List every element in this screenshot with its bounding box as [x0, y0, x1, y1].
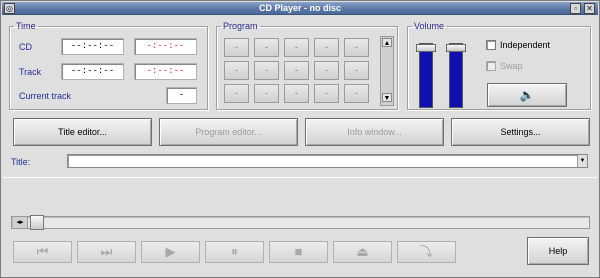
cd-remaining-display: -:--:--	[134, 38, 197, 55]
left-volume-slider[interactable]	[419, 43, 433, 108]
play-button[interactable]: ▶	[141, 241, 200, 263]
stop-icon: ■	[294, 244, 303, 259]
separator	[3, 177, 597, 178]
program-cell[interactable]: -	[314, 61, 339, 80]
program-cell[interactable]: -	[314, 38, 339, 57]
track-elapsed-display: --:--:--	[61, 63, 124, 80]
title-editor-button[interactable]: Title editor...	[13, 118, 152, 146]
settings-button[interactable]: Settings...	[451, 118, 590, 146]
title-field-label: Title:	[11, 157, 31, 167]
cd-elapsed-display: --:--:--	[61, 38, 124, 55]
volume-legend: Volume	[414, 21, 445, 31]
eject-icon: ⏏	[356, 244, 369, 259]
slider-arrows-icon: ◂▸	[13, 217, 28, 228]
left-volume-handle[interactable]	[416, 44, 436, 53]
scroll-up-icon[interactable]: ▲	[382, 38, 392, 47]
cd-time-label: CD	[19, 42, 32, 52]
cd-player-window: ◎ CD Player - no disc ▫ ✕ Time CD --:--:…	[0, 0, 600, 278]
skip-forward-icon: ⏭	[100, 244, 113, 259]
position-slider[interactable]: ◂▸	[11, 215, 590, 230]
speaker-icon: 🔈	[519, 88, 535, 102]
program-cell[interactable]: -	[284, 38, 309, 57]
title-combobox[interactable]: ▼	[67, 154, 588, 168]
position-slider-handle[interactable]	[30, 215, 44, 230]
track-time-label: Track	[19, 67, 42, 77]
current-track-label: Current track	[19, 91, 72, 101]
pause-button[interactable]: ⏸	[205, 241, 264, 263]
program-cell[interactable]: -	[254, 84, 279, 103]
program-cell[interactable]: -	[224, 61, 249, 80]
independent-label: Independent	[500, 40, 551, 50]
shuffle-icon: ⤵	[419, 244, 433, 259]
skip-back-icon: ⏮	[36, 244, 49, 259]
close-icon[interactable]: ✕	[584, 3, 595, 14]
program-cell[interactable]: -	[254, 38, 279, 57]
shuffle-button[interactable]: ⤵	[397, 241, 456, 263]
independent-checkbox[interactable]	[486, 40, 496, 50]
program-cell[interactable]: -	[344, 84, 369, 103]
program-editor-button[interactable]: Program editor...	[159, 118, 298, 146]
stop-button[interactable]: ■	[269, 241, 328, 263]
mute-button[interactable]: 🔈	[487, 83, 567, 107]
program-cell[interactable]: -	[254, 61, 279, 80]
right-volume-slider[interactable]	[449, 43, 463, 108]
current-track-display: -	[166, 87, 197, 104]
previous-track-button[interactable]: ⏮	[13, 241, 72, 263]
info-window-button[interactable]: Info window...	[305, 118, 444, 146]
program-cell[interactable]: -	[224, 84, 249, 103]
maximize-icon[interactable]: ▫	[570, 3, 581, 14]
swap-checkbox[interactable]	[486, 61, 496, 71]
right-volume-handle[interactable]	[446, 44, 466, 53]
program-cell[interactable]: -	[344, 61, 369, 80]
program-cell[interactable]: -	[224, 38, 249, 57]
program-legend: Program	[223, 21, 258, 31]
scroll-down-icon[interactable]: ▼	[382, 93, 392, 102]
program-scrollbar[interactable]: ▲ ▼	[380, 36, 394, 106]
title-bar[interactable]: ◎ CD Player - no disc ▫ ✕	[2, 2, 598, 15]
window-title: CD Player - no disc	[258, 3, 342, 13]
eject-button[interactable]: ⏏	[333, 241, 392, 263]
program-cell[interactable]: -	[284, 84, 309, 103]
dropdown-arrow-icon[interactable]: ▼	[577, 155, 587, 167]
program-cell[interactable]: -	[284, 61, 309, 80]
swap-label: Swap	[500, 61, 523, 71]
next-track-button[interactable]: ⏭	[77, 241, 136, 263]
track-remaining-display: -:--:--	[134, 63, 197, 80]
time-legend: Time	[16, 21, 36, 31]
play-icon: ▶	[165, 244, 176, 259]
pause-icon: ⏸	[231, 244, 238, 259]
program-cell[interactable]: -	[314, 84, 339, 103]
help-button[interactable]: Help	[527, 237, 589, 265]
program-cell[interactable]: -	[344, 38, 369, 57]
